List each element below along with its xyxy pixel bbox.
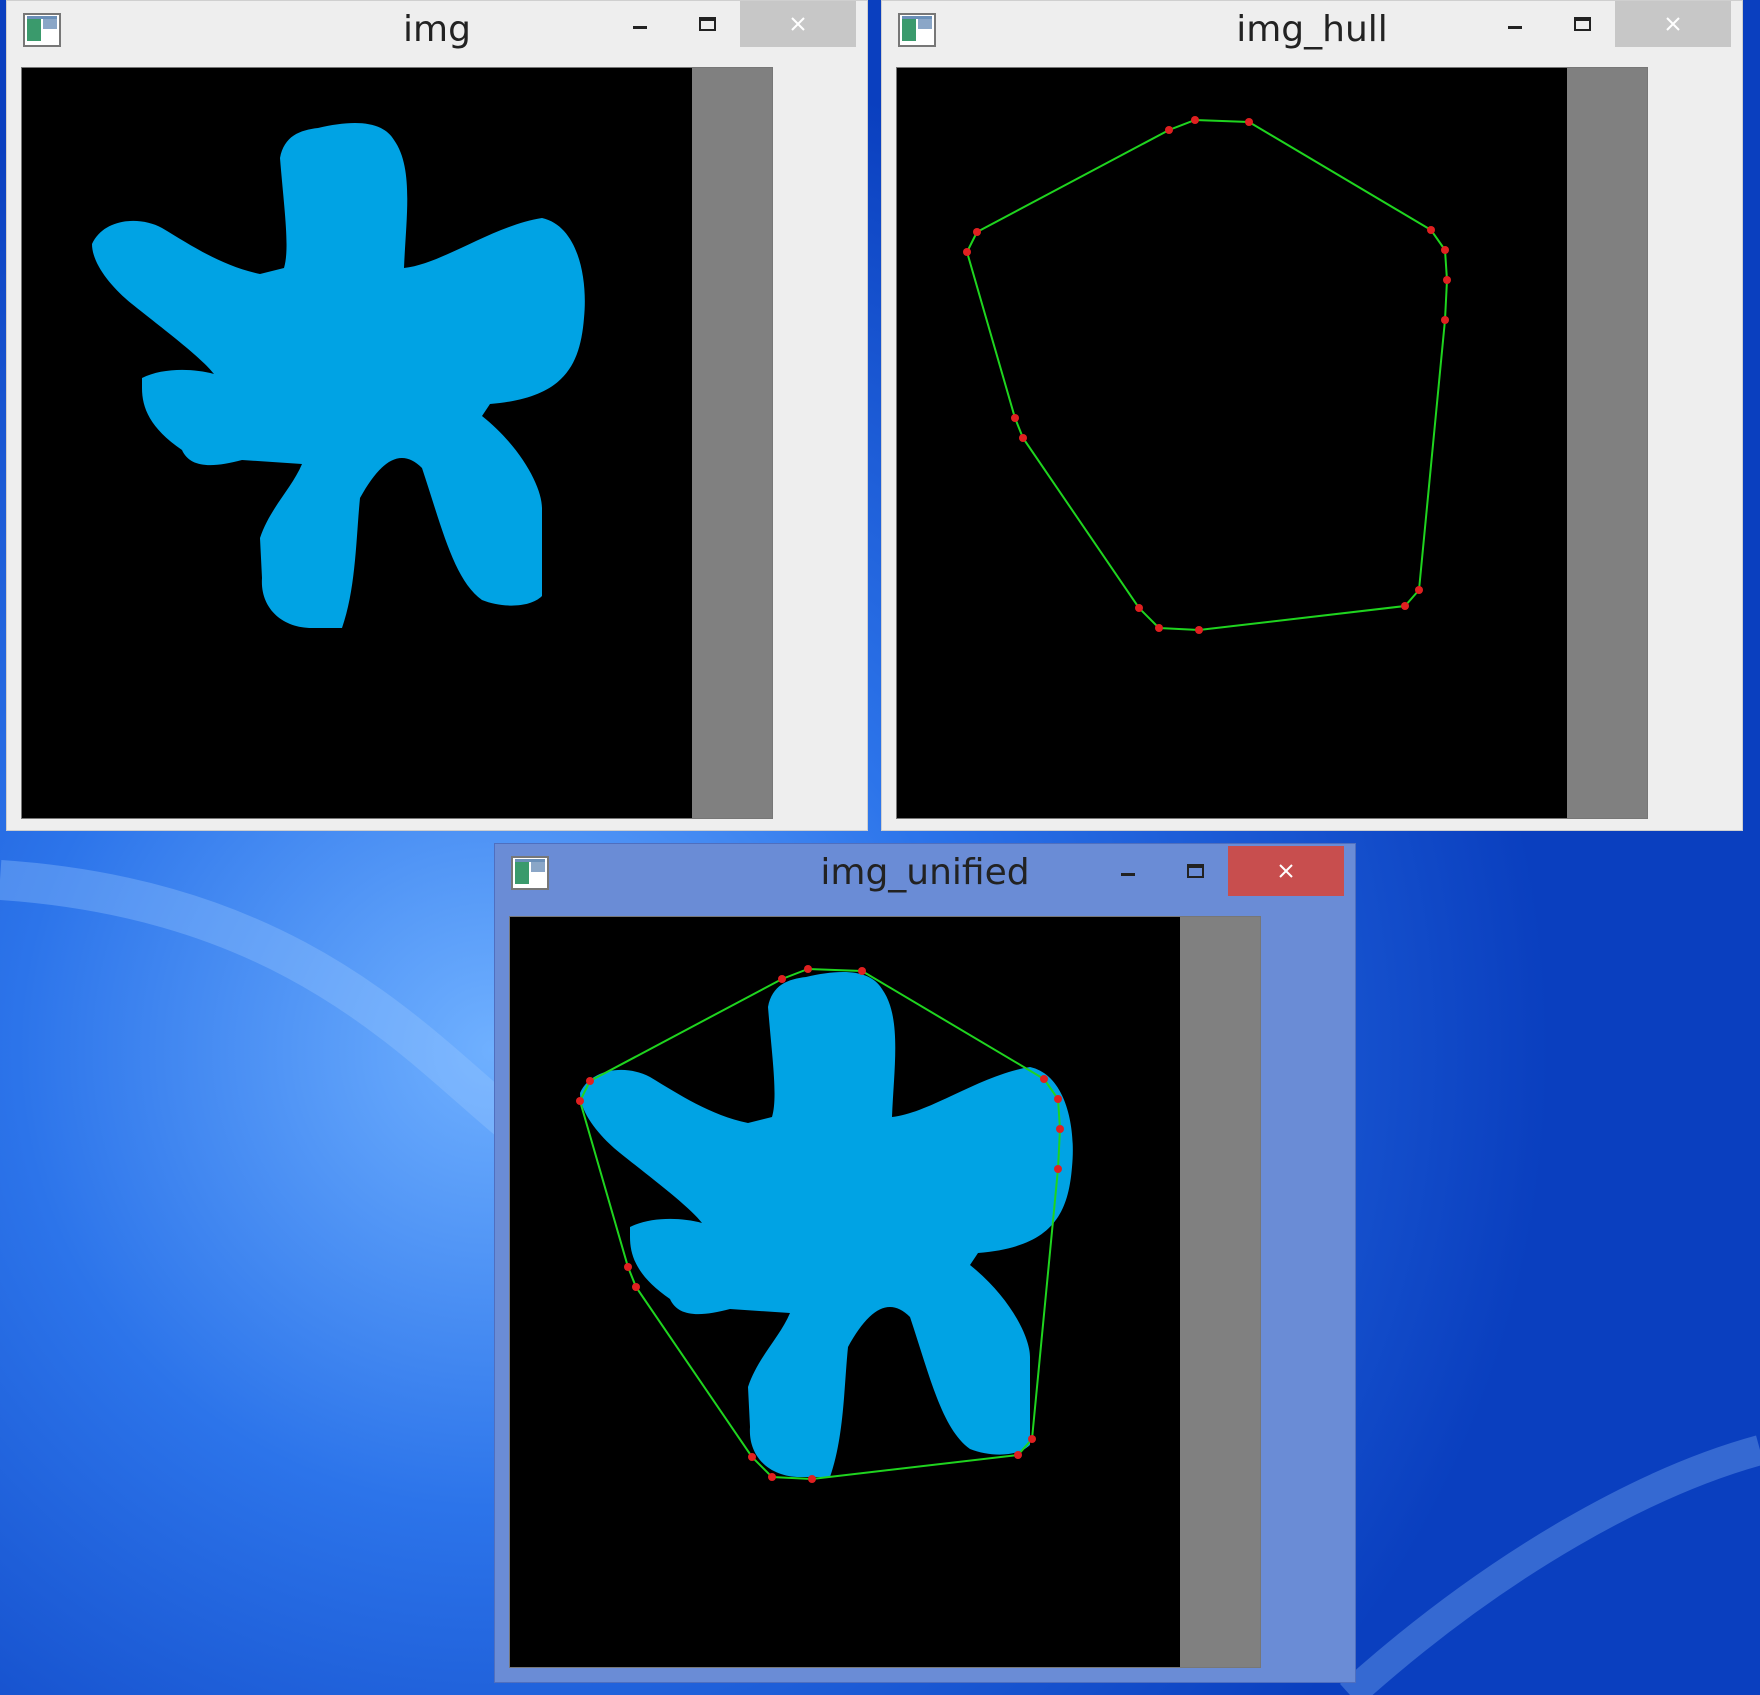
minimize-button[interactable]	[610, 1, 670, 47]
hull-point	[1056, 1125, 1064, 1133]
hull-point	[1165, 126, 1173, 134]
hull-point	[1427, 226, 1435, 234]
title-bar[interactable]: img_unified	[495, 844, 1355, 904]
window-img[interactable]: img	[6, 0, 868, 831]
minimize-button[interactable]	[1098, 848, 1158, 894]
image-canvas	[509, 916, 1261, 1668]
window-title: img_hull	[1236, 9, 1388, 50]
close-icon	[1666, 17, 1680, 31]
canvas-padding	[1180, 917, 1260, 1667]
blob-shape	[92, 123, 585, 628]
image-canvas	[21, 67, 773, 819]
minimize-button[interactable]	[1485, 1, 1545, 47]
convex-hull-outline	[965, 118, 1449, 632]
title-bar[interactable]: img	[7, 1, 867, 61]
hull-point	[1415, 586, 1423, 594]
hull-point	[963, 248, 971, 256]
canvas-padding	[1567, 68, 1647, 818]
image-svg	[576, 965, 1073, 1483]
hull-point	[624, 1263, 632, 1271]
image-area	[510, 917, 1180, 1667]
hull-point	[576, 1097, 584, 1105]
title-bar[interactable]: img_hull	[882, 1, 1742, 61]
hull-point	[1441, 316, 1449, 324]
hull-point	[1195, 626, 1203, 634]
hull-point	[586, 1077, 594, 1085]
hull-point	[1054, 1095, 1062, 1103]
hull-point	[1245, 118, 1253, 126]
hull-point	[1019, 434, 1027, 442]
hull-point	[1441, 246, 1449, 254]
window-img-hull[interactable]: img_hull	[881, 0, 1743, 831]
hull-point	[808, 1475, 816, 1483]
minimize-icon	[1508, 26, 1522, 29]
hull-point	[1011, 414, 1019, 422]
hull-point	[1054, 1165, 1062, 1173]
hull-point	[632, 1283, 640, 1291]
maximize-button[interactable]	[677, 1, 737, 47]
hull-point	[748, 1453, 756, 1461]
close-button[interactable]	[740, 1, 856, 47]
minimize-icon	[1121, 873, 1135, 876]
hull-point	[1135, 604, 1143, 612]
image-canvas	[896, 67, 1648, 819]
maximize-icon	[1187, 864, 1204, 878]
image-area	[22, 68, 692, 818]
maximize-button[interactable]	[1552, 1, 1612, 47]
hull-point	[804, 965, 812, 973]
hull-point	[858, 967, 866, 975]
close-icon	[791, 17, 805, 31]
hull-point	[768, 1473, 776, 1481]
hull-point	[1401, 602, 1409, 610]
hull-point	[1028, 1435, 1036, 1443]
maximize-button[interactable]	[1165, 848, 1225, 894]
canvas-padding	[692, 68, 772, 818]
hull-point	[1155, 624, 1163, 632]
window-title: img	[403, 9, 471, 50]
maximize-icon	[1574, 17, 1591, 31]
image-svg	[963, 116, 1451, 634]
hull-point	[1040, 1075, 1048, 1083]
close-icon	[1279, 864, 1293, 878]
hull-point	[973, 228, 981, 236]
image-svg	[92, 123, 585, 628]
maximize-icon	[699, 17, 716, 31]
window-img-unified[interactable]: img_unified	[494, 843, 1356, 1683]
close-button[interactable]	[1228, 846, 1344, 896]
window-title: img_unified	[820, 852, 1030, 893]
image-area	[897, 68, 1567, 818]
hull-point	[778, 975, 786, 983]
hull-point	[1014, 1451, 1022, 1459]
hull-points	[963, 116, 1451, 634]
minimize-icon	[633, 26, 647, 29]
hull-point	[1443, 276, 1451, 284]
close-button[interactable]	[1615, 1, 1731, 47]
hull-point	[1191, 116, 1199, 124]
